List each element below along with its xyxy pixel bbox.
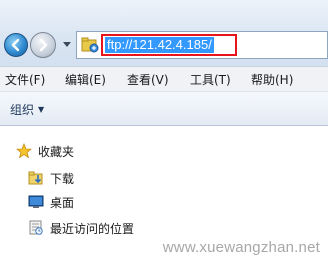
nav-item-recent-places[interactable]: 最近访问的位置 [28, 218, 134, 238]
forward-button[interactable] [30, 32, 56, 58]
desktop-icon [28, 195, 44, 208]
back-button[interactable] [4, 33, 28, 57]
nav-item-label: 最近访问的位置 [50, 221, 135, 236]
nav-item-favorites[interactable]: 收藏夹 [16, 141, 74, 161]
organize-label: 组织 [10, 102, 35, 117]
menu-help[interactable]: 帮助(H) [251, 72, 293, 88]
nav-item-desktop[interactable]: 桌面 [28, 192, 74, 212]
command-bar: 组织 ▼ [0, 92, 328, 126]
star-icon [16, 143, 32, 159]
menu-file[interactable]: 文件(F) [5, 72, 45, 88]
menu-view[interactable]: 查看(V) [127, 72, 169, 88]
menu-tools[interactable]: 工具(T) [190, 72, 231, 88]
download-folder-icon [28, 171, 43, 185]
navigation-pane: 收藏夹 下载 桌面 最近访问的位置 www.xuewangzhan.net [0, 126, 328, 262]
watermark-text: www.xuewangzhan.net [162, 239, 320, 256]
nav-item-label: 桌面 [50, 195, 75, 210]
recent-places-icon [29, 220, 43, 235]
back-arrow-icon [11, 38, 20, 52]
nav-item-downloads[interactable]: 下载 [28, 168, 74, 188]
nav-item-label: 下载 [50, 171, 75, 186]
navigation-bar: ftp://121.42.4.185/ [0, 0, 328, 66]
ftp-folder-icon [81, 37, 99, 53]
address-bar[interactable]: ftp://121.42.4.185/ [76, 31, 328, 59]
menu-bar: 文件(F) 编辑(E) 查看(V) 工具(T) 帮助(H) [0, 66, 328, 92]
menu-edit[interactable]: 编辑(E) [65, 72, 106, 88]
history-dropdown-button[interactable] [60, 38, 74, 52]
chevron-down-icon [63, 42, 71, 47]
nav-item-label: 收藏夹 [38, 144, 75, 159]
address-text[interactable]: ftp://121.42.4.185/ [105, 37, 214, 53]
forward-arrow-icon [39, 38, 48, 52]
organize-button[interactable]: 组织 ▼ [10, 99, 60, 119]
chevron-down-icon: ▼ [38, 104, 45, 114]
